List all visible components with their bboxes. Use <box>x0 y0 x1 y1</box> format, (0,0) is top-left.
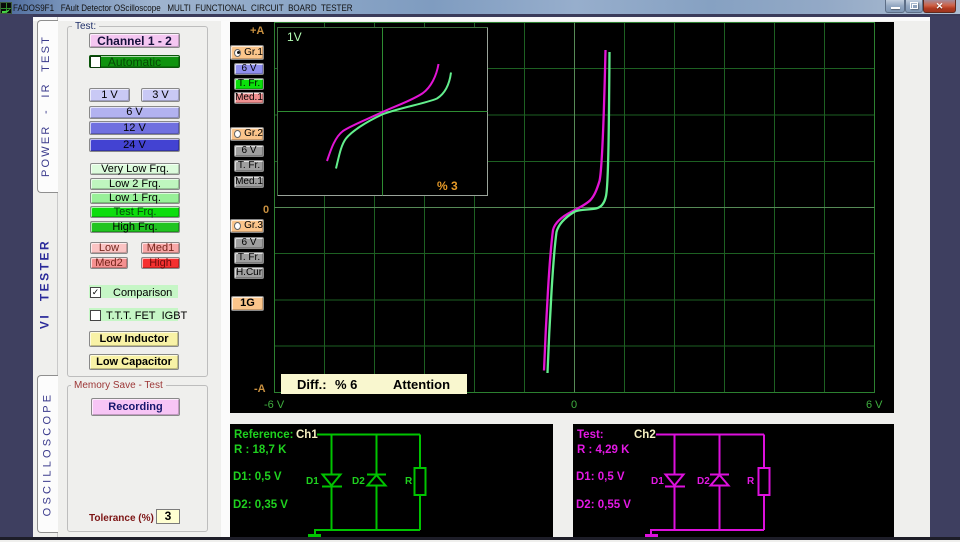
svg-text:0: 0 <box>571 399 577 411</box>
svg-text:D2: 0,55 V: D2: 0,55 V <box>576 499 631 511</box>
svg-text:D2: D2 <box>697 476 710 487</box>
svg-text:-A: -A <box>254 383 266 395</box>
svg-text:+A: +A <box>250 25 264 37</box>
svg-text:R : 4,29 K: R : 4,29 K <box>577 444 630 456</box>
svg-text:D1: D1 <box>651 476 664 487</box>
svg-text:Ch2: Ch2 <box>634 429 656 441</box>
svg-text:Ch1: Ch1 <box>296 429 318 441</box>
svg-text:1V: 1V <box>287 30 302 44</box>
svg-text:R: R <box>747 476 755 487</box>
svg-text:D2: D2 <box>352 476 365 487</box>
svg-text:% 6: % 6 <box>335 377 357 392</box>
svg-text:6 V: 6 V <box>866 399 883 411</box>
svg-text:0: 0 <box>263 204 269 216</box>
svg-text:-6 V: -6 V <box>264 399 285 411</box>
svg-text:D1: D1 <box>306 476 319 487</box>
svg-text:R : 18,7 K: R : 18,7 K <box>234 444 287 456</box>
svg-text:% 3: % 3 <box>437 179 458 193</box>
svg-text:Test:: Test: <box>577 429 604 441</box>
svg-text:Diff.:: Diff.: <box>297 377 327 392</box>
svg-text:D1: 0,5 V: D1: 0,5 V <box>233 471 282 483</box>
svg-text:D1: 0,5 V: D1: 0,5 V <box>576 471 625 483</box>
svg-text:R: R <box>405 476 413 487</box>
svg-text:Attention: Attention <box>393 377 450 392</box>
svg-text:Reference:: Reference: <box>234 429 293 441</box>
svg-text:D2: 0,35 V: D2: 0,35 V <box>233 499 288 511</box>
